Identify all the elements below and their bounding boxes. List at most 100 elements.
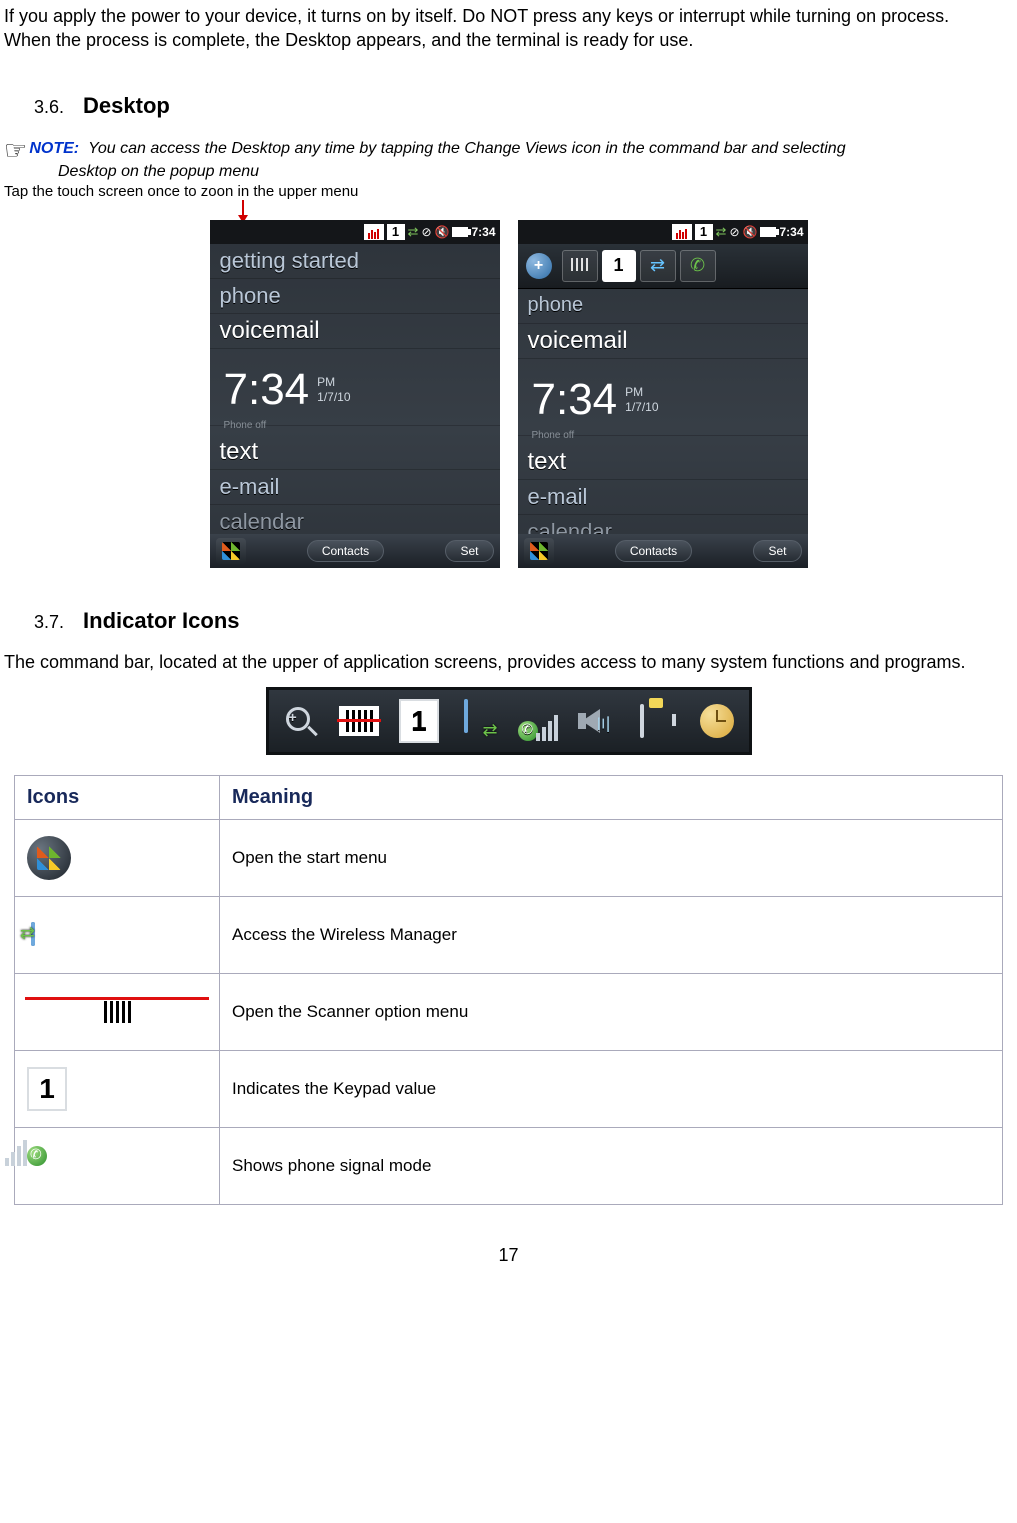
indicator-intro: The command bar, located at the upper of… [4,652,1013,673]
volume-icon: 🔇 [743,225,758,239]
meaning-cell: Indicates the Keypad value [220,1050,1003,1127]
menu-text[interactable]: text [210,435,500,470]
intro-p2: When the process is complete, the Deskto… [4,30,693,50]
menu-text[interactable]: text [518,445,808,480]
table-row: Open the start menu [15,819,1003,896]
table-header-icons: Icons [15,775,220,819]
zoom-phone-icon[interactable]: ✆ [680,250,716,282]
clock-time: 7:34 [224,368,310,412]
barcode-icon [672,224,692,240]
screenshots-row: 1 ⇄ ⊘ 🔇 7:34 getting started phone voice… [4,220,1013,568]
wireless-icon: ⇄ [716,224,727,240]
clock-date: 1/7/10 [625,400,658,414]
menu-email[interactable]: e-mail [518,480,808,515]
phone-off-label: Phone off [518,430,808,441]
battery-icon [633,697,683,745]
phone-signal-icon [513,697,563,745]
contacts-button[interactable]: Contacts [307,540,384,562]
zoom-wireless-icon[interactable]: ⇄ [640,250,676,282]
page-number: 17 [0,1245,1017,1266]
icon-cell-phone-signal [15,1127,220,1204]
menu-voicemail[interactable]: voicemail [518,324,808,359]
wireless-manager-icon: ⇄ [27,924,35,944]
meaning-cell: Shows phone signal mode [220,1127,1003,1204]
note-block: ☞ NOTE: You can access the Desktop any t… [4,137,1013,163]
icons-meaning-table: Icons Meaning Open the start menu ⇄ Acce… [14,775,1003,1205]
signal-icon: ⊘ [421,225,431,239]
start-button[interactable] [216,538,246,564]
set-button[interactable]: Set [445,540,493,562]
menu-email[interactable]: e-mail [210,470,500,505]
icon-cell-start [15,819,220,896]
pointing-hand-icon: ☞ [4,137,27,163]
status-time: 7:34 [471,225,495,239]
clock-time: 7:34 [532,378,618,422]
table-row: 1 Indicates the Keypad value [15,1050,1003,1127]
section-3-7-number: 3.7. [34,612,64,632]
phone-off-label: Phone off [210,420,500,431]
indicator-bar-image: + 1 ⇄ 〣 [266,687,752,755]
red-arrow-indicator [4,200,1013,222]
contacts-button[interactable]: Contacts [615,540,692,562]
table-row: Open the Scanner option menu [15,973,1003,1050]
windows-logo-icon [530,542,548,560]
barcode-icon [27,984,207,1040]
table-header-meaning: Meaning [220,775,1003,819]
menu-phone[interactable]: phone [210,279,500,314]
barcode-icon [334,697,384,745]
zoom-top-bar: + IIII 1 ⇄ ✆ [518,244,808,289]
clock-block: 7:34 PM 1/7/10 [210,349,500,426]
power-icon [760,227,776,237]
keypad-indicator-icon: 1 [27,1067,67,1111]
section-3-6-heading: 3.6. Desktop [34,93,1013,119]
volume-icon: 🔇 [435,225,450,239]
zoom-barcode-icon[interactable]: IIII [562,250,598,282]
wireless-icon: ⇄ [408,224,419,240]
section-3-6-title: Desktop [83,93,170,118]
clock-block: 7:34 PM 1/7/10 [518,359,808,436]
clock-icon [692,697,742,745]
table-row: ⇄ Access the Wireless Manager [15,896,1003,973]
icon-cell-keypad: 1 [15,1050,220,1127]
power-icon [452,227,468,237]
meaning-cell: Open the start menu [220,819,1003,896]
keypad-indicator-icon: 1 [387,224,405,240]
zoom-plus-icon[interactable]: + [526,253,552,279]
icon-cell-scanner [15,973,220,1050]
menu-phone[interactable]: phone [518,289,808,324]
menu-voicemail[interactable]: voicemail [210,314,500,349]
note-label: NOTE: [29,140,79,157]
intro-p1: If you apply the power to your device, i… [4,6,949,26]
clock-ampm: PM [317,375,350,389]
zoom-keypad-icon[interactable]: 1 [602,250,636,282]
start-button[interactable] [524,538,554,564]
keypad-indicator-icon: 1 [695,224,713,240]
signal-icon: ⊘ [729,225,739,239]
status-time: 7:34 [779,225,803,239]
set-button[interactable]: Set [753,540,801,562]
status-bar: 1 ⇄ ⊘ 🔇 7:34 [518,220,808,244]
section-3-6-number: 3.6. [34,97,64,117]
meaning-cell: Access the Wireless Manager [220,896,1003,973]
wireless-manager-icon: ⇄ [454,697,504,745]
windows-logo-icon [222,542,240,560]
speaker-icon: 〣 [573,697,623,745]
keypad-indicator-icon: 1 [394,697,444,745]
table-header-row: Icons Meaning [15,775,1003,819]
meaning-cell: Open the Scanner option menu [220,973,1003,1050]
status-bar: 1 ⇄ ⊘ 🔇 7:34 [210,220,500,244]
table-row: Shows phone signal mode [15,1127,1003,1204]
zoom-icon: + [275,697,325,745]
icon-cell-wireless: ⇄ [15,896,220,973]
note-text-line1: You can access the Desktop any time by t… [88,140,846,157]
menu-getting-started[interactable]: getting started [210,244,500,279]
screenshot-right: 1 ⇄ ⊘ 🔇 7:34 + IIII 1 ⇄ ✆ phone voicemai… [518,220,808,568]
clock-ampm: PM [625,385,658,399]
screenshot-left: 1 ⇄ ⊘ 🔇 7:34 getting started phone voice… [210,220,500,568]
clock-date: 1/7/10 [317,390,350,404]
softkey-bar: Contacts Set [210,534,500,568]
softkey-bar: Contacts Set [518,534,808,568]
tap-instruction: Tap the touch screen once to zoon in the… [4,183,1013,200]
windows-logo-icon [27,836,71,880]
section-3-7-heading: 3.7. Indicator Icons [34,608,1013,634]
